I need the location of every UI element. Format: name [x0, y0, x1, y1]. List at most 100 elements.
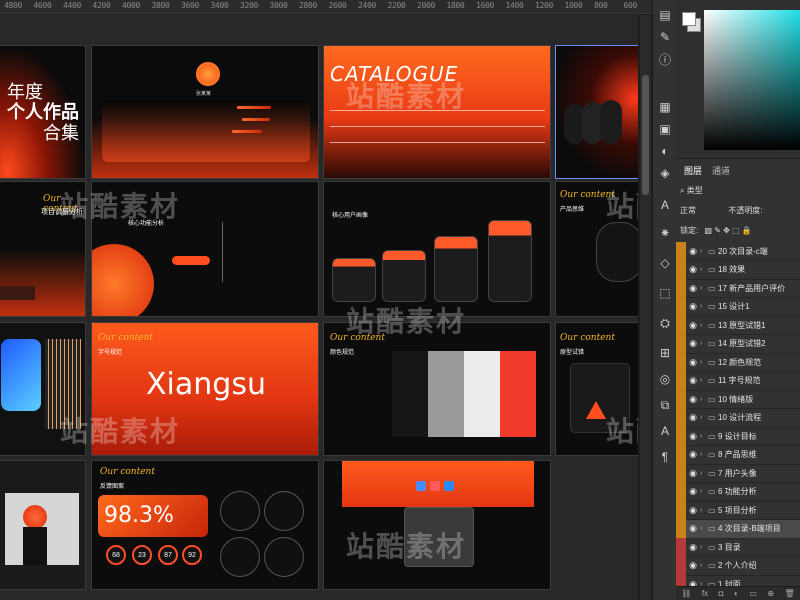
chevron-right-icon[interactable]: ›: [700, 359, 708, 366]
slide-cover[interactable]: 年度 个人作品 合集: [0, 45, 86, 179]
slide-3d-shapes[interactable]: [555, 45, 638, 179]
lock-icons[interactable]: ▧ ✎ ✥ ⬚ 🔒: [704, 226, 751, 235]
slide-function[interactable]: 核心功能分析: [91, 181, 319, 317]
scrollbar-thumb[interactable]: [642, 75, 649, 195]
layer-row[interactable]: ◉ › ▭ 13 原型试错1: [676, 315, 800, 335]
character-icon[interactable]: A: [656, 422, 674, 440]
visibility-eye-icon[interactable]: ◉: [686, 468, 700, 479]
history-icon[interactable]: ▤: [656, 6, 674, 24]
visibility-eye-icon[interactable]: ◉: [686, 375, 700, 386]
slide-mind[interactable]: Our content 产品思维: [555, 181, 638, 317]
visibility-eye-icon[interactable]: ◉: [686, 338, 700, 349]
chevron-right-icon[interactable]: ›: [700, 470, 708, 477]
chevron-right-icon[interactable]: ›: [700, 285, 708, 292]
visibility-eye-icon[interactable]: ◉: [686, 486, 700, 497]
brush-icon[interactable]: ✷: [656, 224, 674, 242]
slide-color[interactable]: Our content 颜色规范: [323, 322, 551, 456]
layer-row[interactable]: ◉ › ▭ 8 产品思维: [676, 445, 800, 465]
adjustments-icon[interactable]: ◐: [656, 142, 674, 160]
layer-row[interactable]: ◉ › ▭ 10 情绪版: [676, 389, 800, 409]
visibility-eye-icon[interactable]: ◉: [686, 320, 700, 331]
mask-icon[interactable]: ◘: [719, 589, 724, 598]
shape-icon[interactable]: ⬚: [656, 284, 674, 302]
visibility-eye-icon[interactable]: ◉: [686, 542, 700, 553]
slide-research[interactable]: Our content 项目调研分析: [0, 181, 86, 317]
slide-feedback[interactable]: Our content 反馈图案 98.3% 68 23 87 92: [91, 460, 319, 590]
layer-row[interactable]: ◉ › ▭ 12 颜色规范: [676, 352, 800, 372]
visibility-eye-icon[interactable]: ◉: [686, 301, 700, 312]
slide-poster[interactable]: [0, 460, 86, 590]
filter-kind-label[interactable]: 类型: [687, 186, 703, 195]
layer-row[interactable]: ◉ › ▭ 7 用户头像: [676, 463, 800, 483]
chevron-right-icon[interactable]: ›: [700, 451, 708, 458]
chevron-right-icon[interactable]: ›: [700, 396, 708, 403]
trash-icon[interactable]: 🗑: [785, 589, 795, 598]
layer-row[interactable]: ◉ › ▭ 6 功能分析: [676, 482, 800, 502]
tab-channels[interactable]: 通道: [712, 164, 730, 177]
layer-row[interactable]: ◉ › ▭ 15 设计1: [676, 297, 800, 317]
visibility-eye-icon[interactable]: ◉: [686, 505, 700, 516]
slide-proto[interactable]: Our content 原型试错: [555, 322, 638, 456]
layer-row[interactable]: ◉ › ▭ 18 效果: [676, 260, 800, 280]
swatches-icon[interactable]: ▣: [656, 120, 674, 138]
link-icon[interactable]: ⛓: [681, 589, 691, 598]
slide-brand[interactable]: Our content 字号规范 Xiangsu: [91, 322, 319, 456]
type-icon[interactable]: A: [656, 196, 674, 214]
visibility-eye-icon[interactable]: ◉: [686, 357, 700, 368]
layer-row[interactable]: ◉ › ▭ 17 新产品用户评价: [676, 278, 800, 298]
visibility-eye-icon[interactable]: ◉: [686, 449, 700, 460]
visibility-eye-icon[interactable]: ◉: [686, 394, 700, 405]
visibility-eye-icon[interactable]: ◉: [686, 523, 700, 534]
layer-row[interactable]: ◉ › ▭ 2 个人介绍: [676, 556, 800, 576]
layer-row[interactable]: ◉ › ▭ 3 目录: [676, 537, 800, 557]
slide-device[interactable]: [323, 460, 551, 590]
vertical-scrollbar[interactable]: [640, 15, 651, 600]
paths-icon[interactable]: ◇: [656, 254, 674, 272]
slide-persona[interactable]: 核心用户画像: [323, 181, 551, 317]
artboard-canvas[interactable]: 年度 个人作品 合集 张某某 CATALOGUE Our content 项目调…: [0, 15, 638, 600]
slide-catalogue[interactable]: CATALOGUE: [323, 45, 551, 179]
slide-lenses[interactable]: [0, 322, 86, 456]
properties-icon[interactable]: ⊞: [656, 344, 674, 362]
visibility-eye-icon[interactable]: ◉: [686, 560, 700, 571]
fx-icon[interactable]: fx: [702, 589, 708, 598]
slide-profile[interactable]: 张某某: [91, 45, 319, 179]
folder-icon[interactable]: ▭: [749, 589, 757, 598]
clone-icon[interactable]: ⧉: [656, 396, 674, 414]
visibility-eye-icon[interactable]: ◉: [686, 283, 700, 294]
layer-row[interactable]: ◉ › ▭ 20 次目录-c端: [676, 241, 800, 261]
grid-icon[interactable]: ▦: [656, 98, 674, 116]
chevron-right-icon[interactable]: ›: [700, 544, 708, 551]
chevron-right-icon[interactable]: ›: [700, 303, 708, 310]
tab-layers[interactable]: 图层: [684, 164, 702, 177]
layers-icon[interactable]: ◈: [656, 164, 674, 182]
visibility-eye-icon[interactable]: ◉: [686, 412, 700, 423]
chevron-right-icon[interactable]: ›: [700, 488, 708, 495]
adjust-icon[interactable]: ◐: [734, 589, 739, 598]
chevron-right-icon[interactable]: ›: [700, 377, 708, 384]
layer-row[interactable]: ◉ › ▭ 5 项目分析: [676, 500, 800, 520]
layer-row[interactable]: ◉ › ▭ 14 原型试错2: [676, 334, 800, 354]
chevron-right-icon[interactable]: ›: [700, 433, 708, 440]
info-icon[interactable]: ⓘ: [656, 50, 674, 68]
blend-mode-select[interactable]: 正常: [680, 206, 696, 215]
chevron-right-icon[interactable]: ›: [700, 414, 708, 421]
paragraph-icon[interactable]: ¶: [656, 448, 674, 466]
chevron-right-icon[interactable]: ›: [700, 507, 708, 514]
visibility-eye-icon[interactable]: ◉: [686, 431, 700, 442]
layer-row[interactable]: ◉ › ▭ 10 设计流程: [676, 408, 800, 428]
layer-row[interactable]: ◉ › ▭ 4 次目录-B端项目: [676, 519, 800, 539]
chevron-right-icon[interactable]: ›: [700, 266, 708, 273]
channels-icon[interactable]: ⛭: [656, 314, 674, 332]
chevron-right-icon[interactable]: ›: [700, 248, 708, 255]
visibility-eye-icon[interactable]: ◉: [686, 264, 700, 275]
chevron-right-icon[interactable]: ›: [700, 340, 708, 347]
layer-row[interactable]: ◉ › ▭ 9 设计目标: [676, 426, 800, 446]
visibility-eye-icon[interactable]: ◉: [686, 246, 700, 257]
chevron-right-icon[interactable]: ›: [700, 525, 708, 532]
comment-icon[interactable]: ✎: [656, 28, 674, 46]
new-layer-icon[interactable]: ⊕: [767, 589, 774, 598]
chevron-right-icon[interactable]: ›: [700, 562, 708, 569]
color-picker-field[interactable]: [704, 10, 800, 150]
styles-icon[interactable]: ◎: [656, 370, 674, 388]
